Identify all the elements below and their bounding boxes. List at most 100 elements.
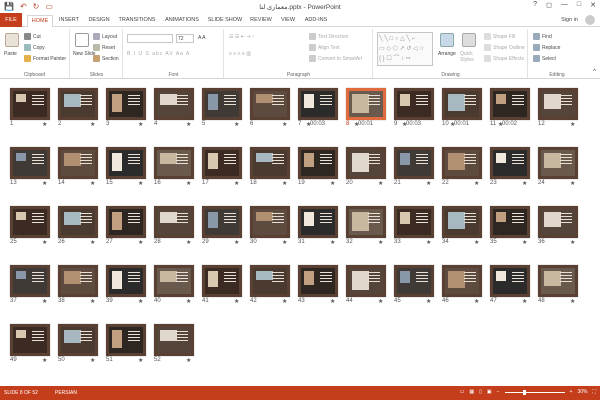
transition-star-icon[interactable]: ★	[138, 239, 143, 246]
slide-thumbnail[interactable]: 51 ★	[106, 324, 146, 364]
transition-star-icon[interactable]: ★	[474, 180, 479, 187]
slide-preview-image[interactable]	[538, 206, 578, 238]
language-indicator[interactable]: PERSIAN	[55, 390, 77, 396]
slide-thumbnail[interactable]: 12 ★	[538, 88, 578, 128]
tab-view[interactable]: VIEW	[278, 15, 298, 27]
transition-star-icon[interactable]: ★	[378, 298, 383, 305]
slide-preview-image[interactable]	[346, 206, 386, 238]
tab-add-ins[interactable]: ADD-INS	[302, 15, 330, 27]
slide-thumbnail[interactable]: 22 ★	[442, 147, 482, 187]
transition-star-icon[interactable]: ★	[330, 298, 335, 305]
slide-thumbnail[interactable]: 8 00:01 ★	[346, 88, 386, 128]
transition-star-icon[interactable]: ★	[42, 239, 47, 246]
slide-preview-image[interactable]	[202, 265, 242, 297]
slide-preview-image[interactable]	[490, 88, 530, 120]
slide-preview-image[interactable]	[538, 147, 578, 179]
reading-view-icon[interactable]: ▯	[479, 389, 482, 395]
slide-thumbnail[interactable]: 5 ★	[202, 88, 242, 128]
minimize-button[interactable]: —	[561, 1, 568, 9]
slide-preview-image[interactable]	[298, 265, 338, 297]
slide-preview-image[interactable]	[394, 147, 434, 179]
transition-star-icon[interactable]: ★	[282, 239, 287, 246]
slide-preview-image[interactable]	[538, 88, 578, 120]
transition-star-icon[interactable]: ★	[402, 121, 407, 128]
zoom-level[interactable]: 30%	[577, 389, 587, 395]
slide-thumbnail[interactable]: 17 ★	[202, 147, 242, 187]
slide-thumbnail[interactable]: 41 ★	[202, 265, 242, 305]
slide-preview-image[interactable]	[154, 324, 194, 356]
shape-fill-button[interactable]: Shape Fill	[484, 33, 515, 40]
slide-preview-image[interactable]	[154, 147, 194, 179]
slide-thumbnail[interactable]: 38 ★	[58, 265, 98, 305]
slide-thumbnail[interactable]: 20 ★	[346, 147, 386, 187]
slide-preview-image[interactable]	[346, 88, 386, 120]
transition-star-icon[interactable]: ★	[426, 180, 431, 187]
text-direction-button[interactable]: Text Direction	[309, 33, 348, 40]
new-slide-icon[interactable]	[75, 33, 89, 47]
slide-preview-image[interactable]	[490, 206, 530, 238]
shape-effects-button[interactable]: Shape Effects	[484, 55, 524, 62]
slide-thumbnail[interactable]: 48 ★	[538, 265, 578, 305]
font-size-select[interactable]: 72	[176, 34, 194, 43]
slide-preview-image[interactable]	[202, 147, 242, 179]
zoom-slider[interactable]	[504, 389, 565, 395]
transition-star-icon[interactable]: ★	[234, 121, 239, 128]
slide-thumbnail[interactable]: 1 ★	[10, 88, 50, 128]
slide-thumbnail[interactable]: 6 ★	[250, 88, 290, 128]
slide-preview-image[interactable]	[442, 147, 482, 179]
transition-star-icon[interactable]: ★	[474, 239, 479, 246]
transition-star-icon[interactable]: ★	[306, 121, 311, 128]
transition-star-icon[interactable]: ★	[42, 121, 47, 128]
transition-star-icon[interactable]: ★	[522, 239, 527, 246]
slide-preview-image[interactable]	[154, 265, 194, 297]
tab-design[interactable]: DESIGN	[86, 15, 112, 27]
transition-star-icon[interactable]: ★	[138, 180, 143, 187]
slide-preview-image[interactable]	[346, 147, 386, 179]
slide-preview-image[interactable]	[106, 147, 146, 179]
quick-styles-button[interactable]: Quick Styles	[460, 51, 482, 63]
replace-button[interactable]: Replace	[533, 44, 560, 51]
font-name-select[interactable]	[127, 34, 173, 43]
slide-preview-image[interactable]	[442, 206, 482, 238]
slide-preview-image[interactable]	[250, 265, 290, 297]
slide-preview-image[interactable]	[490, 265, 530, 297]
slide-thumbnail[interactable]: 18 ★	[250, 147, 290, 187]
transition-star-icon[interactable]: ★	[90, 239, 95, 246]
zoom-out-icon[interactable]: −	[497, 389, 500, 395]
slide-thumbnail[interactable]: 43 ★	[298, 265, 338, 305]
tab-animations[interactable]: ANIMATIONS	[162, 15, 202, 27]
font-format-buttons[interactable]: B I U S abc AV Aa A	[127, 51, 190, 57]
reset-button[interactable]: Reset	[93, 44, 115, 51]
transition-star-icon[interactable]: ★	[138, 298, 143, 305]
format-painter-button[interactable]: Format Painter	[24, 55, 66, 62]
slide-thumbnail[interactable]: 29 ★	[202, 206, 242, 246]
transition-star-icon[interactable]: ★	[570, 298, 575, 305]
slide-preview-image[interactable]	[442, 88, 482, 120]
sorter-view-icon[interactable]: ▦	[469, 389, 474, 395]
slide-preview-image[interactable]	[58, 206, 98, 238]
slide-thumbnail[interactable]: 16 ★	[154, 147, 194, 187]
slide-thumbnail[interactable]: 31 ★	[298, 206, 338, 246]
sign-in-link[interactable]: Sign in	[561, 17, 578, 23]
align-text-button[interactable]: Align Text	[309, 44, 340, 51]
slide-preview-image[interactable]	[10, 265, 50, 297]
slide-thumbnail[interactable]: 2 ★	[58, 88, 98, 128]
quick-styles-icon[interactable]	[462, 33, 476, 47]
copy-button[interactable]: Copy	[24, 44, 45, 51]
find-button[interactable]: Find	[533, 33, 552, 40]
avatar[interactable]	[585, 15, 595, 25]
slide-thumbnail[interactable]: 46 ★	[442, 265, 482, 305]
arrange-icon[interactable]	[440, 33, 454, 47]
shapes-gallery[interactable]: ╲ ╲ □ ○ △ ╲ ⌐ ▭ ◇ ⬠ ↗ ↺ ◁ ☆{ } ☐ ⌒ ↕ ⇨	[377, 32, 433, 66]
tab-insert[interactable]: INSERT	[58, 15, 80, 27]
slide-preview-image[interactable]	[10, 324, 50, 356]
slide-thumbnail[interactable]: 11 00:02 ★	[490, 88, 530, 128]
slide-thumbnail[interactable]: 26 ★	[58, 206, 98, 246]
section-button[interactable]: Section	[93, 55, 119, 62]
transition-star-icon[interactable]: ★	[186, 298, 191, 305]
transition-star-icon[interactable]: ★	[570, 239, 575, 246]
slide-preview-image[interactable]	[202, 206, 242, 238]
transition-star-icon[interactable]: ★	[234, 180, 239, 187]
slide-thumbnail[interactable]: 49 ★	[10, 324, 50, 364]
slide-thumbnail[interactable]: 9 00:03 ★	[394, 88, 434, 128]
